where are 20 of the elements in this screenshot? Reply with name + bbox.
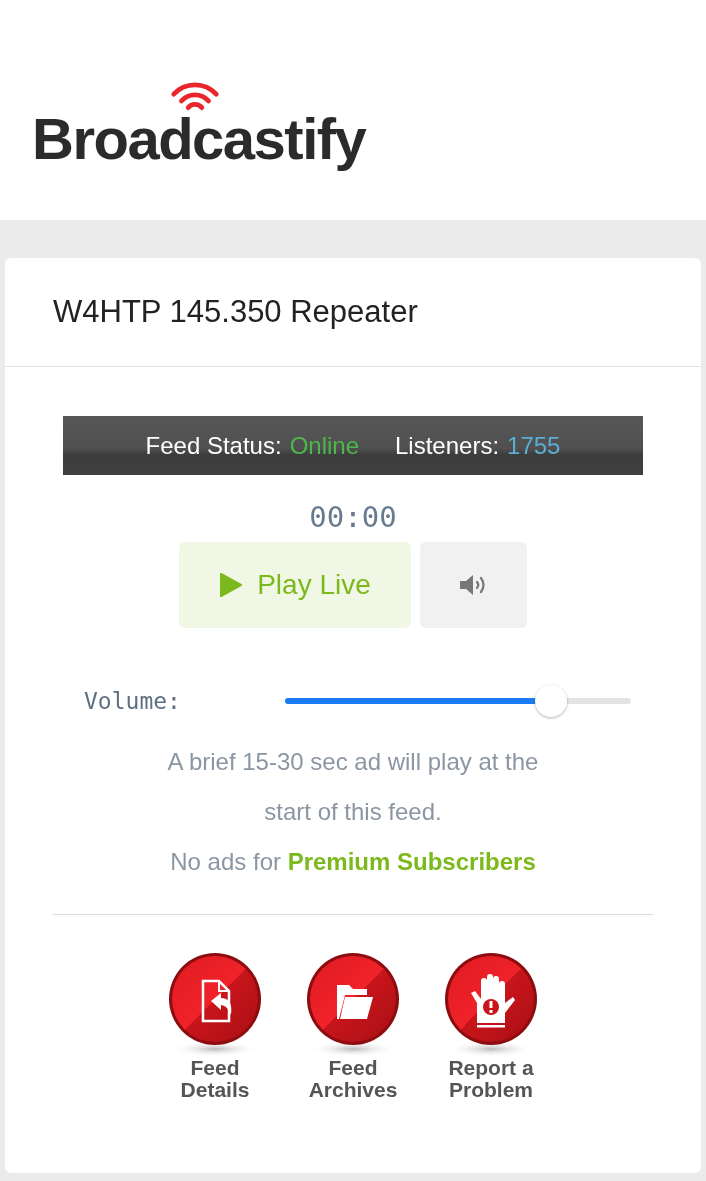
quick-link[interactable]: Feed Details (165, 951, 265, 1101)
link-label: Feed Archives (307, 1057, 399, 1101)
link-label: Report a Problem (447, 1057, 535, 1101)
premium-text: No ads for (170, 848, 281, 875)
feed-title: W4HTP 145.350 Repeater (53, 294, 418, 330)
ad-notice: A brief 15-30 sec ad will play at the start of this feed. (166, 747, 540, 827)
quick-link[interactable]: Feed Archives (303, 951, 403, 1101)
volume-slider[interactable] (285, 685, 631, 717)
link-label: Feed Details (179, 1057, 251, 1101)
status-label: Feed Status: (145, 431, 282, 460)
signal-icon (168, 82, 222, 112)
play-icon (219, 572, 244, 598)
listeners-label: Listeners: (395, 431, 500, 460)
listeners-count: 1755 (507, 431, 561, 460)
status-value: Online (289, 431, 359, 460)
timer: 00:00 (309, 499, 397, 535)
quick-link[interactable]: Report a Problem (441, 951, 541, 1101)
slider-thumb[interactable] (535, 685, 568, 717)
volume-button[interactable] (420, 542, 527, 628)
volume-label: Volume: (84, 688, 182, 714)
